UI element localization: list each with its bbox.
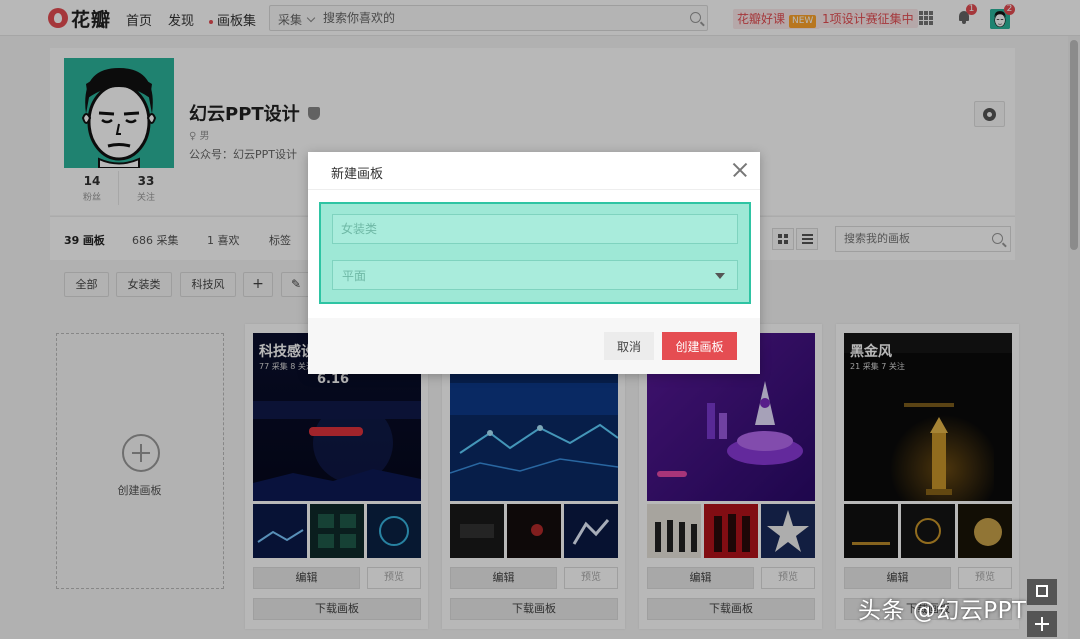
float-add-button[interactable] [1027,611,1057,637]
category-selected-value: 平面 [342,269,367,283]
back-to-top-button[interactable] [1027,579,1057,605]
board-name-input[interactable] [332,214,738,244]
expand-icon [1036,585,1048,597]
board-category-select[interactable]: 平面 [332,260,738,290]
dropdown-arrow-icon [715,273,725,279]
dialog-header: 新建画板 [308,152,760,190]
highlighted-form-area: 平面 [319,202,751,304]
close-icon[interactable] [731,161,749,179]
create-board-button[interactable]: 创建画板 [662,332,737,360]
new-board-dialog: 新建画板 平面 取消 创建画板 [308,152,760,374]
dialog-footer: 取消 创建画板 [308,318,760,374]
cancel-button[interactable]: 取消 [604,332,654,360]
dialog-title: 新建画板 [331,167,384,182]
watermark-text: 头条 @幻云PPT [858,598,1027,624]
